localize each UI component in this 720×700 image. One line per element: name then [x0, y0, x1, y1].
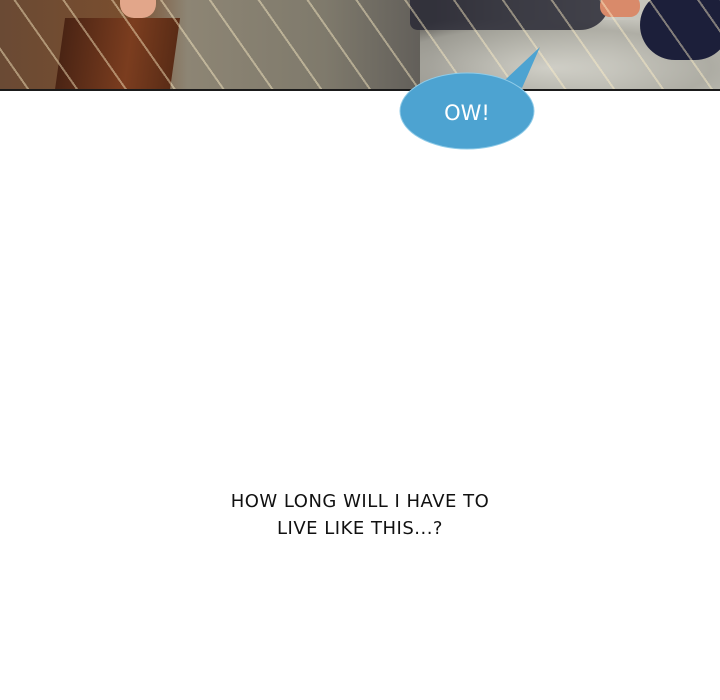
caption-line-2: LIVE LIKE THIS...? [277, 518, 443, 539]
caption-line-1: HOW LONG WILL I HAVE TO [230, 491, 490, 512]
speech-bubble-text: OW! [444, 101, 490, 125]
caption-text: HOW LONG WILL I HAVE TO LIVE LIKE THIS..… [160, 488, 560, 542]
speech-bubble [399, 47, 540, 150]
